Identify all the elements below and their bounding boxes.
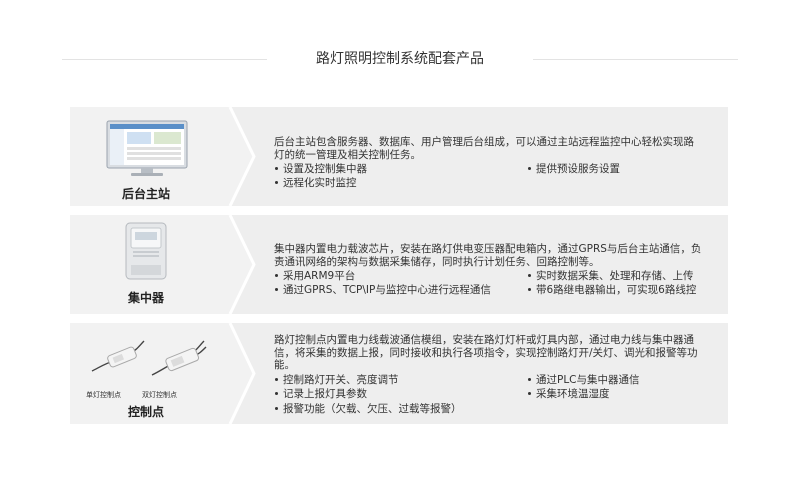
bullet-item: 设置及控制集中器: [274, 163, 367, 176]
concentrator-device-icon: [125, 222, 167, 280]
bullet-dot-icon: [528, 273, 531, 277]
bullet-dot-icon: [528, 287, 531, 291]
double-lamp-caption: 双灯控制点: [142, 391, 177, 399]
title-divider-right: [533, 59, 738, 60]
bullet-item: 远程化实时监控: [274, 177, 357, 190]
bullet-item: 带6路继电器输出，可实现6路线控: [527, 284, 696, 297]
card-label: 控制点: [127, 405, 164, 419]
bullet-item: 采集环境温湿度: [527, 388, 610, 401]
bullet-dot-icon: [528, 377, 531, 381]
section-title: 路灯照明控制系统配套产品: [0, 48, 800, 72]
chevron-divider-icon: [222, 215, 256, 314]
bullet-dot-icon: [275, 166, 278, 170]
single-lamp-caption: 单灯控制点: [86, 391, 121, 399]
bullet-dot-icon: [528, 166, 531, 170]
bullet-item: 采用ARM9平台: [274, 270, 355, 283]
bullet-dot-icon: [275, 377, 278, 381]
card-description: 路灯控制点内置电力线载波通信模组，安装在路灯灯杆或灯具内部，通过电力线与集中器通…: [274, 334, 698, 371]
bullet-dot-icon: [528, 391, 531, 395]
bullet-dot-icon: [275, 273, 278, 277]
card-description: 后台主站包含服务器、数据库、用户管理后台组成，可以通过主站远程监控中心轻松实现路…: [274, 136, 694, 161]
bullet-item: 记录上报灯具参数: [274, 388, 367, 401]
card-label: 集中器: [127, 291, 164, 305]
bullet-item: 控制路灯开关、亮度调节: [274, 374, 399, 387]
chevron-divider-icon: [222, 323, 256, 424]
lamp-controllers-icon: [91, 340, 207, 376]
computer-monitor-icon: [106, 120, 188, 176]
bullet-dot-icon: [275, 391, 278, 395]
bullet-item: 实时数据采集、处理和存储、上传: [527, 270, 694, 283]
bullet-item: 通过GPRS、TCP\IP与监控中心进行远程通信: [274, 284, 491, 297]
card-label: 后台主站: [121, 187, 170, 201]
bullet-dot-icon: [275, 406, 278, 410]
bullet-item: 通过PLC与集中器通信: [527, 374, 640, 387]
chevron-divider-icon: [222, 107, 256, 206]
bullet-dot-icon: [275, 180, 278, 184]
bullet-item: 提供预设服务设置: [527, 163, 620, 176]
card-description: 集中器内置电力载波芯片，安装在路灯供电变压器配电箱内，通过GPRS与后台主站通信…: [274, 243, 702, 268]
bullet-item: 报警功能（欠载、欠压、过载等报警）: [274, 403, 462, 416]
bullet-dot-icon: [275, 287, 278, 291]
